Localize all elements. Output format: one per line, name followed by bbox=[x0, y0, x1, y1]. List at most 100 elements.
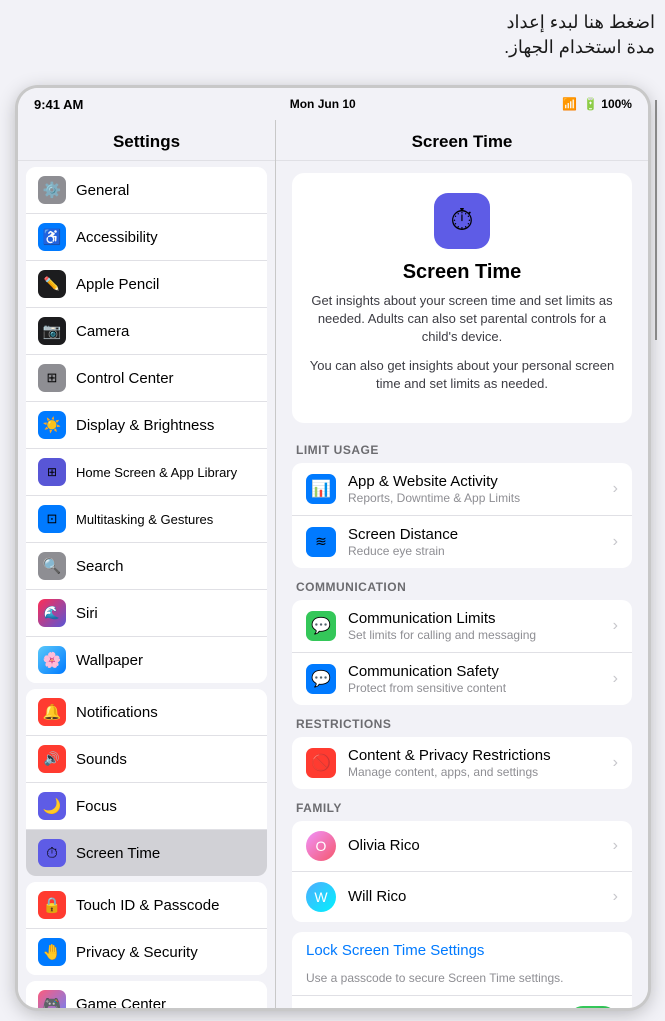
ipad-frame: 9:41 AM Mon Jun 10 📶 🔋 100% Settings ⚙️ … bbox=[18, 88, 648, 1008]
sidebar-section-3: 🔒 Touch ID & Passcode 🤚 Privacy & Securi… bbox=[26, 882, 267, 975]
vertical-line-indicator bbox=[655, 100, 657, 340]
will-rico-row[interactable]: W Will Rico › bbox=[292, 872, 632, 922]
sidebar-item-siri[interactable]: 🌊 Siri bbox=[26, 590, 267, 637]
content-privacy-subtitle: Manage content, apps, and settings bbox=[348, 765, 607, 779]
comm-safety-content: Communication Safety Protect from sensit… bbox=[348, 663, 607, 695]
privacy-icon: 🤚 bbox=[38, 938, 66, 966]
share-across-devices-row: Share Across Devices bbox=[292, 995, 632, 1008]
app-activity-title: App & Website Activity bbox=[348, 473, 607, 490]
apple-pencil-icon: ✏️ bbox=[38, 270, 66, 298]
content-privacy-row[interactable]: 🚫 Content & Privacy Restrictions Manage … bbox=[292, 737, 632, 789]
sidebar-item-privacy[interactable]: 🤚 Privacy & Security bbox=[26, 929, 267, 975]
camera-icon: 📷 bbox=[38, 317, 66, 345]
sidebar-item-label: Search bbox=[76, 558, 124, 575]
lock-screen-group: Lock Screen Time Settings Use a passcode… bbox=[292, 932, 632, 1008]
olivia-name: Olivia Rico bbox=[348, 837, 607, 854]
comm-safety-subtitle: Protect from sensitive content bbox=[348, 681, 607, 695]
olivia-avatar: O bbox=[306, 831, 336, 861]
sidebar-item-label: Game Center bbox=[76, 996, 166, 1009]
sidebar-item-notifications[interactable]: 🔔 Notifications bbox=[26, 689, 267, 736]
multitasking-icon: ⊡ bbox=[38, 505, 66, 533]
communication-safety-row[interactable]: 💬 Communication Safety Protect from sens… bbox=[292, 653, 632, 705]
will-content: Will Rico bbox=[348, 888, 607, 905]
home-screen-icon: ⊞ bbox=[38, 458, 66, 486]
content-privacy-icon: 🚫 bbox=[306, 748, 336, 778]
status-time: 9:41 AM bbox=[34, 97, 83, 112]
lock-screen-sub: Use a passcode to secure Screen Time set… bbox=[292, 969, 632, 995]
focus-icon: 🌙 bbox=[38, 792, 66, 820]
app-activity-subtitle: Reports, Downtime & App Limits bbox=[348, 491, 607, 505]
chevron-icon: › bbox=[613, 533, 618, 551]
screen-time-icon: ⏱ bbox=[38, 839, 66, 867]
status-right-icons: 📶 🔋 100% bbox=[562, 97, 632, 111]
content-privacy-content: Content & Privacy Restrictions Manage co… bbox=[348, 747, 607, 779]
will-avatar: W bbox=[306, 882, 336, 912]
sidebar-section-4: 🎮 Game Center ☁️ iCloud 💳 Wallet & Apple… bbox=[26, 981, 267, 1008]
communication-label: COMMUNICATION bbox=[296, 580, 628, 594]
status-bar: 9:41 AM Mon Jun 10 📶 🔋 100% bbox=[18, 88, 648, 120]
limit-usage-label: LIMIT USAGE bbox=[296, 443, 628, 457]
sidebar-item-label: Camera bbox=[76, 323, 129, 340]
chevron-icon: › bbox=[613, 617, 618, 635]
sidebar-item-screen-time[interactable]: ⏱ Screen Time bbox=[26, 830, 267, 876]
hero-desc-1: Get insights about your screen time and … bbox=[308, 292, 616, 347]
touch-id-icon: 🔒 bbox=[38, 891, 66, 919]
sidebar-item-sounds[interactable]: 🔊 Sounds bbox=[26, 736, 267, 783]
comm-limits-icon: 💬 bbox=[306, 611, 336, 641]
sidebar-section-2: 🔔 Notifications 🔊 Sounds 🌙 Focus ⏱ Scree… bbox=[26, 689, 267, 876]
comm-limits-title: Communication Limits bbox=[348, 610, 607, 627]
content-inner: ⏱ Screen Time Get insights about your sc… bbox=[276, 161, 648, 1008]
sidebar-item-multitasking[interactable]: ⊡ Multitasking & Gestures bbox=[26, 496, 267, 543]
sidebar-item-label: Privacy & Security bbox=[76, 944, 198, 961]
olivia-rico-row[interactable]: O Olivia Rico › bbox=[292, 821, 632, 872]
screen-distance-row[interactable]: ≋ Screen Distance Reduce eye strain › bbox=[292, 516, 632, 568]
communication-limits-row[interactable]: 💬 Communication Limits Set limits for ca… bbox=[292, 600, 632, 653]
sidebar-item-display-brightness[interactable]: ☀️ Display & Brightness bbox=[26, 402, 267, 449]
sidebar-item-label: Touch ID & Passcode bbox=[76, 897, 219, 914]
app-website-activity-row[interactable]: 📊 App & Website Activity Reports, Downti… bbox=[292, 463, 632, 516]
sidebar-item-apple-pencil[interactable]: ✏️ Apple Pencil bbox=[26, 261, 267, 308]
sidebar-item-label: General bbox=[76, 182, 129, 199]
control-center-icon: ⊞ bbox=[38, 364, 66, 392]
sidebar-item-general[interactable]: ⚙️ General bbox=[26, 167, 267, 214]
screen-distance-subtitle: Reduce eye strain bbox=[348, 544, 607, 558]
wifi-icon: 📶 bbox=[562, 97, 577, 111]
sidebar-item-camera[interactable]: 📷 Camera bbox=[26, 308, 267, 355]
accessibility-icon: ♿ bbox=[38, 223, 66, 251]
sidebar-item-wallpaper[interactable]: 🌸 Wallpaper bbox=[26, 637, 267, 683]
chevron-icon: › bbox=[613, 837, 618, 855]
communication-group: 💬 Communication Limits Set limits for ca… bbox=[292, 600, 632, 705]
game-center-icon: 🎮 bbox=[38, 990, 66, 1008]
search-icon: 🔍 bbox=[38, 552, 66, 580]
chevron-icon: › bbox=[613, 754, 618, 772]
sidebar-item-control-center[interactable]: ⊞ Control Center bbox=[26, 355, 267, 402]
content-privacy-title: Content & Privacy Restrictions bbox=[348, 747, 607, 764]
sounds-icon: 🔊 bbox=[38, 745, 66, 773]
sidebar-item-game-center[interactable]: 🎮 Game Center bbox=[26, 981, 267, 1008]
sidebar-item-label: Siri bbox=[76, 605, 98, 622]
sidebar-item-search[interactable]: 🔍 Search bbox=[26, 543, 267, 590]
chevron-icon: › bbox=[613, 480, 618, 498]
comm-safety-icon: 💬 bbox=[306, 664, 336, 694]
content-header: Screen Time bbox=[276, 120, 648, 161]
comm-limits-content: Communication Limits Set limits for call… bbox=[348, 610, 607, 642]
sidebar: Settings ⚙️ General ♿ Accessibility ✏️ A… bbox=[18, 120, 276, 1008]
screen-distance-icon: ≋ bbox=[306, 527, 336, 557]
sidebar-list: ⚙️ General ♿ Accessibility ✏️ Apple Penc… bbox=[18, 161, 275, 1008]
screen-distance-title: Screen Distance bbox=[348, 526, 607, 543]
sidebar-item-label: Focus bbox=[76, 798, 117, 815]
app-activity-icon: 📊 bbox=[306, 474, 336, 504]
sidebar-item-accessibility[interactable]: ♿ Accessibility bbox=[26, 214, 267, 261]
sidebar-item-touch-id[interactable]: 🔒 Touch ID & Passcode bbox=[26, 882, 267, 929]
sidebar-item-home-screen[interactable]: ⊞ Home Screen & App Library bbox=[26, 449, 267, 496]
wallpaper-icon: 🌸 bbox=[38, 646, 66, 674]
app-activity-content: App & Website Activity Reports, Downtime… bbox=[348, 473, 607, 505]
lock-screen-time-link[interactable]: Lock Screen Time Settings bbox=[292, 932, 632, 969]
display-icon: ☀️ bbox=[38, 411, 66, 439]
content-area: Screen Time ⏱ Screen Time Get insights a… bbox=[276, 120, 648, 1008]
sidebar-item-focus[interactable]: 🌙 Focus bbox=[26, 783, 267, 830]
share-across-toggle[interactable] bbox=[568, 1006, 618, 1008]
sidebar-item-label: Multitasking & Gestures bbox=[76, 512, 213, 527]
notifications-icon: 🔔 bbox=[38, 698, 66, 726]
olivia-content: Olivia Rico bbox=[348, 837, 607, 854]
